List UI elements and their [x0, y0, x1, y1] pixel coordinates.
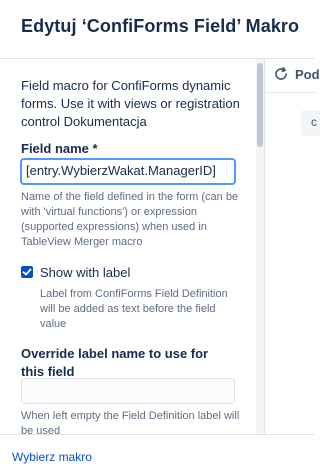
select-macro-link[interactable]: Wybierz makro [12, 450, 92, 464]
refresh-icon[interactable] [273, 66, 289, 82]
macro-parameters-panel: Field macro for ConfiForms dynamic forms… [0, 59, 264, 434]
field-name-help: Name of the field defined in the form (c… [21, 191, 239, 248]
dialog-footer: Wybierz makro [0, 434, 314, 469]
checkmark-icon [22, 268, 32, 276]
field-name-label: Field name * [21, 141, 98, 156]
override-label-label: Override label name to use for this fiel… [21, 346, 209, 379]
scrollbar-thumb[interactable] [257, 63, 263, 147]
override-label-input[interactable] [21, 378, 235, 404]
preview-button[interactable]: c [301, 110, 320, 136]
preview-button-label: c [311, 115, 317, 129]
preview-header: Pod [265, 59, 320, 93]
show-with-label-label[interactable]: Show with label [40, 265, 130, 280]
show-with-label-checkbox[interactable] [21, 266, 33, 278]
dialog-body: Field macro for ConfiForms dynamic forms… [0, 59, 320, 434]
field-name-input[interactable]: [entry.WybierzWakat.ManagerID] [21, 159, 235, 184]
preview-title: Pod [295, 67, 320, 82]
dialog-title: Edytuj ‘ConfiForms Field’ Makro [21, 16, 300, 36]
show-with-label-help: Label from ConfiForms Field Definition w… [40, 288, 228, 330]
preview-panel: Pod c [264, 59, 320, 434]
override-label-help: When left empty the Field Definition lab… [21, 410, 240, 434]
dialog-header: Edytuj ‘ConfiForms Field’ Makro [0, 0, 314, 59]
macro-description: Field macro for ConfiForms dynamic forms… [21, 78, 240, 129]
parameters-scrollbar[interactable] [256, 59, 264, 434]
